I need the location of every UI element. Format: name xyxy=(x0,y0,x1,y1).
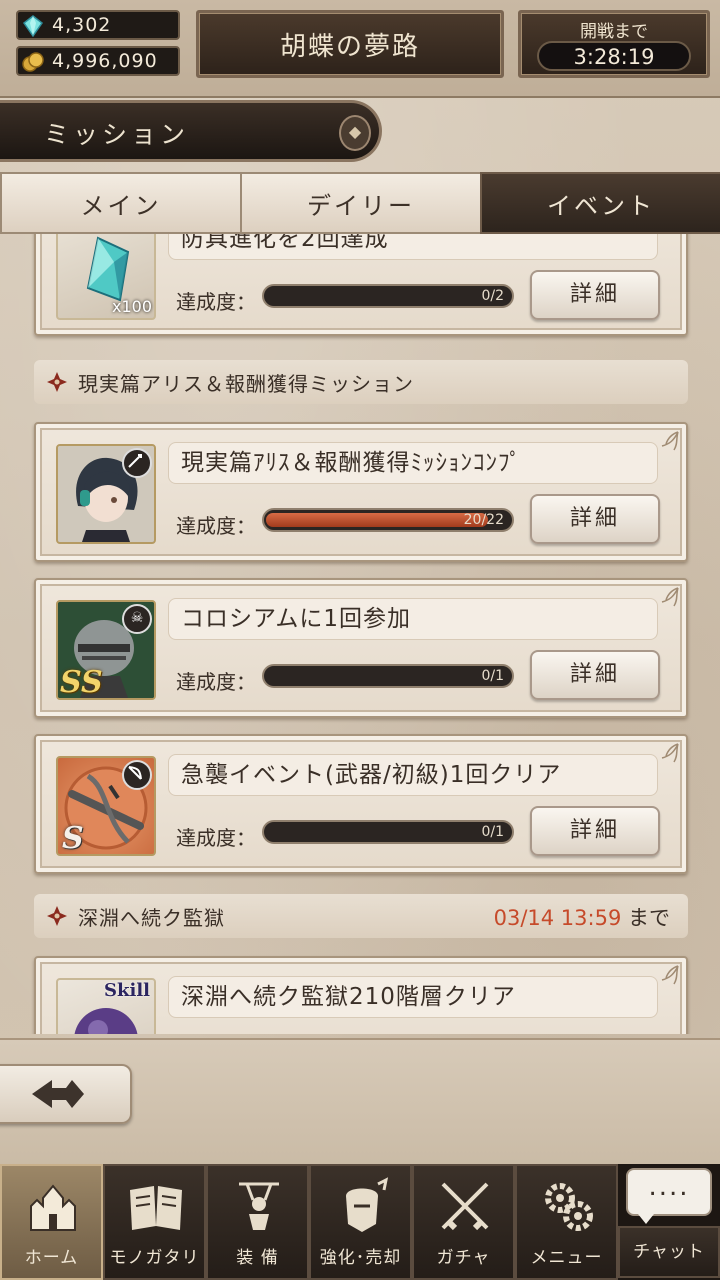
rank-badge: SS xyxy=(60,665,103,700)
nav-home[interactable]: ホーム xyxy=(0,1164,103,1280)
reward-thumbnail: Skill xyxy=(56,978,156,1034)
deadline-date: 03/14 13:59 xyxy=(493,906,622,930)
alice-portrait xyxy=(56,444,156,544)
skull-type-icon: ☠ xyxy=(122,604,152,634)
progress-bar: 0/1 xyxy=(262,664,514,688)
event-title: 胡蝶の夢路 xyxy=(279,31,420,62)
tab-daily[interactable]: デイリー xyxy=(240,172,480,234)
category-header: 深淵へ続ク監獄 03/14 13:59 まで xyxy=(34,894,688,938)
nav-chat[interactable]: .... チャット xyxy=(618,1164,720,1280)
progress-label: 達成度： xyxy=(176,826,256,850)
progress-bar: 0/2 xyxy=(262,284,514,308)
mission-title: 現実篇ｱﾘｽ＆報酬獲得ﾐｯｼｮﾝｺﾝﾌﾟ xyxy=(168,442,658,484)
gem-icon xyxy=(22,15,44,37)
mission-title: コロシアムに1回参加 xyxy=(168,598,658,640)
progress-label: 達成度： xyxy=(176,514,256,538)
detail-button[interactable]: 詳細 xyxy=(530,270,660,320)
reward-thumbnail: S xyxy=(56,756,156,856)
mission-title: 深淵へ続ク監獄210階層クリア xyxy=(168,976,658,1018)
nav-label: モノガタリ xyxy=(109,1248,200,1268)
section-banner: ミッション ◆ xyxy=(0,100,382,162)
progress-bar: 0/1 xyxy=(262,820,514,844)
coin-counter: 4,996,090 xyxy=(16,46,180,76)
mission-list[interactable]: x100 防具進化を2回達成 達成度： 0/2 詳細 現実篇アリス＆報酬獲得ミッ… xyxy=(0,234,720,1034)
bottom-area xyxy=(0,1038,720,1166)
bottom-nav: ホーム モノガタリ 装 備 強化･売却 ガチャ メニュー .... チャット xyxy=(0,1164,720,1280)
coin-count: 4,996,090 xyxy=(52,50,158,72)
nav-label: ガチャ xyxy=(436,1248,491,1268)
banner-ornament-icon: ◆ xyxy=(339,115,371,151)
chat-bubble-icon: .... xyxy=(626,1168,712,1216)
gem-counter: 4,302 xyxy=(16,10,180,40)
cross-ornament-icon xyxy=(47,906,67,926)
mission-tabs: メイン デイリー イベント xyxy=(0,172,720,234)
progress-bar: 20/22 xyxy=(262,508,514,532)
event-title-plate[interactable]: 胡蝶の夢路 xyxy=(196,10,504,78)
mission-card: Skill 深淵へ続ク監獄210階層クリア xyxy=(34,956,688,1034)
coin-icon xyxy=(22,52,44,72)
reward-thumbnail: x100 xyxy=(56,234,156,320)
crossed-swords-icon xyxy=(441,1182,489,1231)
bow-type-icon xyxy=(122,760,152,790)
nav-enhance[interactable]: 強化･売却 xyxy=(309,1164,412,1280)
nav-label: チャット xyxy=(618,1226,720,1278)
progress-label: 達成度： xyxy=(176,290,256,314)
weapon-type-icon xyxy=(122,448,152,478)
nav-label: 強化･売却 xyxy=(319,1248,402,1268)
back-button[interactable] xyxy=(0,1064,132,1124)
gem-count: 4,302 xyxy=(52,14,112,36)
detail-button[interactable]: 詳細 xyxy=(530,650,660,700)
nav-label: 装 備 xyxy=(236,1248,279,1268)
top-status-bar: 4,302 4,996,090 胡蝶の夢路 開戦まで 3:28:19 xyxy=(0,0,720,98)
reward-thumbnail: ☠ SS xyxy=(56,600,156,700)
nav-gacha[interactable]: ガチャ xyxy=(412,1164,515,1280)
tab-event[interactable]: イベント xyxy=(480,172,720,234)
progress-label: 達成度： xyxy=(176,670,256,694)
timer-label: 開戦まで xyxy=(580,22,648,42)
mission-card: S 急襲イベント(武器/初級)1回クリア 達成度： 0/1 詳細 xyxy=(34,734,688,874)
nav-menu[interactable]: メニュー xyxy=(515,1164,618,1280)
rank-badge: S xyxy=(62,821,84,856)
skill-badge: Skill xyxy=(104,980,150,1001)
puppet-icon xyxy=(239,1182,279,1230)
progress-text: 20/22 xyxy=(463,512,504,528)
progress-text: 0/1 xyxy=(481,668,504,684)
nav-label: ホーム xyxy=(24,1248,79,1268)
tab-main[interactable]: メイン xyxy=(0,172,240,234)
detail-button[interactable]: 詳細 xyxy=(530,494,660,544)
mission-card: ☠ SS コロシアムに1回参加 達成度： 0/1 詳細 xyxy=(34,578,688,718)
battle-timer: 開戦まで 3:28:19 xyxy=(518,10,710,78)
nav-label: メニュー xyxy=(530,1248,603,1268)
mission-title: 急襲イベント(武器/初級)1回クリア xyxy=(168,754,658,796)
mission-title: 防具進化を2回達成 xyxy=(168,234,658,260)
castle-icon xyxy=(30,1184,76,1231)
nav-story[interactable]: モノガタリ xyxy=(103,1164,206,1280)
category-label: 深淵へ続ク監獄 xyxy=(78,906,225,930)
progress-text: 0/2 xyxy=(481,288,504,304)
category-header: 現実篇アリス＆報酬獲得ミッション xyxy=(34,360,688,404)
timer-value: 3:28:19 xyxy=(537,41,691,71)
cross-ornament-icon xyxy=(47,372,67,392)
section-title: ミッション xyxy=(44,120,190,149)
chat-bubble-tail xyxy=(638,1214,654,1224)
deadline-suffix: まで xyxy=(628,906,670,930)
progress-text: 0/1 xyxy=(481,824,504,840)
mission-card: x100 防具進化を2回達成 達成度： 0/2 詳細 xyxy=(34,234,688,336)
detail-button[interactable]: 詳細 xyxy=(530,806,660,856)
back-arrow-icon xyxy=(32,1080,84,1108)
reward-count: x100 xyxy=(111,297,152,316)
gears-icon xyxy=(545,1183,593,1231)
enhance-helmet-icon xyxy=(346,1177,389,1232)
category-label: 現実篇アリス＆報酬獲得ミッション xyxy=(78,372,414,396)
nav-equip[interactable]: 装 備 xyxy=(206,1164,309,1280)
book-icon xyxy=(130,1186,182,1230)
deadline: 03/14 13:59 まで xyxy=(494,902,670,932)
mission-card: 現実篇ｱﾘｽ＆報酬獲得ﾐｯｼｮﾝｺﾝﾌﾟ 達成度： 20/22 詳細 xyxy=(34,422,688,562)
progress-fill xyxy=(266,513,488,527)
